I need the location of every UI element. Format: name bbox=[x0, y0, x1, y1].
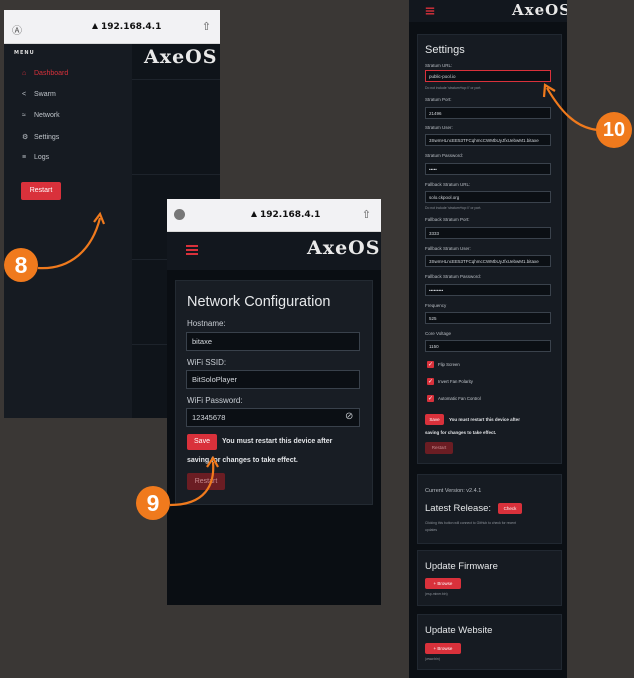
fallback-url-input[interactable]: solo.ckpool.org bbox=[425, 191, 551, 203]
step-badge-10: 10 bbox=[596, 112, 632, 148]
restart-notice-line1: You must restart this device after bbox=[222, 438, 333, 445]
axeos-logo[interactable]: AxeOS bbox=[307, 237, 380, 259]
browser-url-bar: Ⓐ 192.168.4.1 ⇧ bbox=[4, 10, 220, 44]
fallback-password-label: Fallback Stratum Password: bbox=[425, 274, 482, 279]
auto-fan-label: Automatic Fan Control bbox=[438, 396, 481, 401]
restart-notice-line2: saving for changes to take effect. bbox=[187, 457, 298, 464]
ssid-input[interactable]: BitSoloPlayer bbox=[186, 370, 360, 389]
fallback-user-label: Fallback Stratum User: bbox=[425, 246, 471, 251]
flip-screen-checkbox[interactable]: ✓ bbox=[427, 361, 434, 368]
firmware-hint: (esp-miner.bin) bbox=[425, 592, 448, 596]
sidebar-item-dashboard[interactable]: ⌂ Dashboard bbox=[22, 70, 68, 77]
hostname-label: Hostname: bbox=[187, 319, 226, 328]
eye-off-icon[interactable]: ⊘ bbox=[345, 411, 353, 422]
stratum-url-hint: Do not include 'stratum+tcp://' or port. bbox=[425, 86, 482, 90]
fallback-url-hint: Do not include 'stratum+tcp://' or port. bbox=[425, 206, 482, 210]
password-input[interactable]: 12345678 bbox=[186, 408, 360, 427]
axeos-logo[interactable]: AxeOS bbox=[144, 46, 217, 68]
gear-icon: ⚙ bbox=[22, 134, 29, 141]
axeos-logo[interactable]: AxeOS bbox=[512, 1, 567, 19]
sidebar-item-swarm[interactable]: < Swarm bbox=[22, 91, 56, 98]
stratum-port-input[interactable]: 21496 bbox=[425, 107, 551, 119]
invert-fan-checkbox[interactable]: ✓ bbox=[427, 378, 434, 385]
menu-title: MENU bbox=[14, 50, 35, 56]
check-hint-line2: updates bbox=[425, 528, 438, 532]
frequency-input[interactable]: 525 bbox=[425, 312, 551, 324]
restart-button[interactable]: Restart bbox=[21, 182, 61, 200]
network-config-screenshot: 192.168.4.1 ⇧ AxeOS Network Configuratio… bbox=[167, 199, 381, 605]
reader-mode-icon[interactable] bbox=[174, 209, 185, 220]
step-badge-8: 8 bbox=[4, 248, 38, 282]
restart-notice-line1: You must restart this device after bbox=[449, 417, 520, 422]
page-title: Network Configuration bbox=[187, 294, 331, 310]
hostname-input[interactable]: bitaxe bbox=[186, 332, 360, 351]
reader-mode-icon[interactable]: Ⓐ bbox=[12, 22, 22, 37]
stratum-password-label: Stratum Password: bbox=[425, 153, 464, 158]
frequency-label: Frequency bbox=[425, 303, 447, 308]
flip-screen-label: Flip Screen bbox=[438, 362, 460, 367]
restart-button[interactable]: Restart bbox=[187, 473, 225, 490]
core-voltage-label: Core Voltage bbox=[425, 331, 452, 336]
list-icon: ≡ bbox=[22, 154, 27, 161]
sidebar-item-network[interactable]: ≈ Network bbox=[22, 112, 60, 119]
fallback-url-label: Fallback Stratum URL: bbox=[425, 182, 471, 187]
ssid-label: WiFi SSID: bbox=[187, 358, 227, 367]
check-hint-line1: Clicking this button will connect to Git… bbox=[425, 521, 517, 525]
url-text[interactable]: 192.168.4.1 bbox=[251, 210, 320, 220]
update-website-card bbox=[417, 614, 562, 670]
share-icon: < bbox=[22, 91, 27, 98]
current-version: Current Version: v2.4.1 bbox=[425, 488, 482, 494]
restart-button[interactable]: Restart bbox=[425, 442, 453, 454]
fallback-port-label: Fallback Stratum Port: bbox=[425, 217, 470, 222]
save-button[interactable]: Save bbox=[425, 414, 444, 425]
firmware-browse-button[interactable]: + Browse bbox=[425, 578, 461, 589]
step-badge-9: 9 bbox=[136, 486, 170, 520]
stratum-url-label: Stratum URL: bbox=[425, 63, 453, 68]
auto-fan-checkbox[interactable]: ✓ bbox=[427, 395, 434, 402]
lock-icon bbox=[251, 211, 257, 217]
invert-fan-label: Invert Fan Polarity bbox=[438, 379, 473, 384]
share-icon[interactable]: ⇧ bbox=[202, 20, 211, 33]
latest-release-label: Latest Release: bbox=[425, 503, 492, 514]
core-voltage-input[interactable]: 1150 bbox=[425, 340, 551, 352]
restart-notice-line2: saving for changes to take effect. bbox=[425, 430, 497, 435]
home-icon: ⌂ bbox=[22, 70, 27, 77]
stratum-url-input[interactable]: public-pool.io bbox=[425, 70, 551, 82]
network-config-card bbox=[175, 280, 373, 505]
check-button[interactable]: Check bbox=[498, 503, 522, 514]
update-firmware-title: Update Firmware bbox=[425, 561, 498, 572]
share-icon[interactable]: ⇧ bbox=[362, 208, 371, 221]
stratum-port-label: Stratum Port: bbox=[425, 97, 452, 102]
password-label: WiFi Password: bbox=[187, 396, 243, 405]
hamburger-menu-icon[interactable] bbox=[425, 7, 435, 15]
fallback-port-input[interactable]: 3333 bbox=[425, 227, 551, 239]
fallback-user-input[interactable]: 3SwmHLncEE53TFCqhmcCWMbUyJfxUebwM1.bitax… bbox=[425, 255, 551, 267]
website-hint: (www.bin) bbox=[425, 657, 440, 661]
url-text[interactable]: 192.168.4.1 bbox=[92, 22, 161, 32]
browser-url-bar: 192.168.4.1 ⇧ bbox=[167, 199, 381, 232]
save-button[interactable]: Save bbox=[187, 434, 217, 450]
sidebar bbox=[4, 44, 132, 418]
settings-screenshot: AxeOS Settings Stratum URL: public-pool.… bbox=[409, 0, 567, 678]
stratum-password-input[interactable]: ••••• bbox=[425, 163, 551, 175]
stratum-user-input[interactable]: 3SwmHLncEE53TFCqhmcCWMbUyJfxUebwM1.bitax… bbox=[425, 134, 551, 146]
update-website-title: Update Website bbox=[425, 625, 493, 636]
sidebar-item-logs[interactable]: ≡ Logs bbox=[22, 154, 49, 161]
fallback-password-input[interactable]: ••••••••• bbox=[425, 284, 551, 296]
wifi-icon: ≈ bbox=[22, 112, 26, 119]
stratum-user-label: Stratum User: bbox=[425, 125, 453, 130]
sidebar-item-settings[interactable]: ⚙ Settings bbox=[22, 133, 59, 141]
hamburger-menu-icon[interactable] bbox=[186, 245, 198, 255]
settings-title: Settings bbox=[425, 44, 465, 56]
lock-icon bbox=[92, 23, 98, 29]
website-browse-button[interactable]: + Browse bbox=[425, 643, 461, 654]
